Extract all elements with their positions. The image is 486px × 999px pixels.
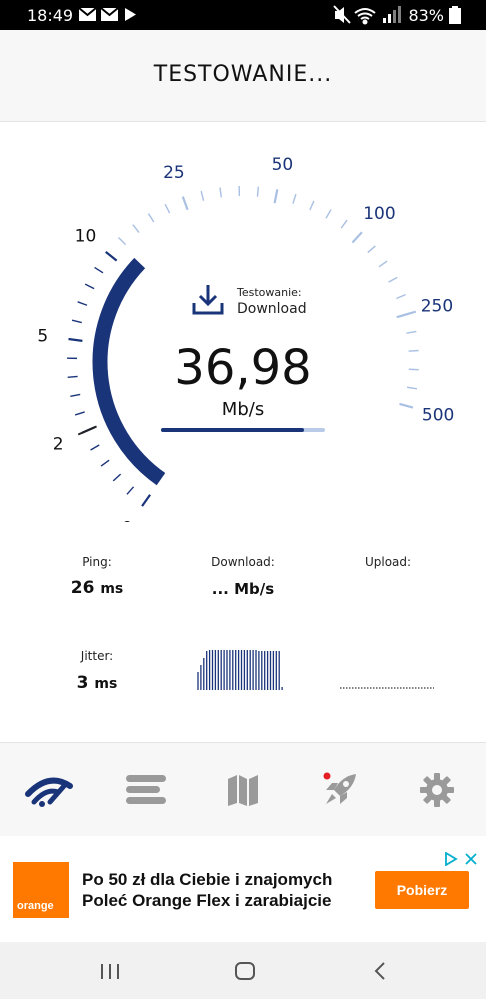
status-bar: 18:49 83% bbox=[0, 0, 486, 30]
ad-cta-button[interactable]: Pobierz bbox=[375, 871, 469, 909]
ping-value: 26 ms bbox=[47, 578, 147, 598]
gauge-major-tick bbox=[105, 250, 118, 262]
gauge-minor-tick bbox=[94, 266, 104, 274]
gauge-minor-tick bbox=[112, 473, 122, 482]
gauge-minor-tick bbox=[126, 486, 135, 495]
notification-icons bbox=[78, 7, 136, 21]
upload-graph bbox=[340, 687, 434, 689]
gauge-minor-tick bbox=[147, 213, 155, 223]
signal-icon bbox=[383, 6, 401, 23]
nav-map[interactable] bbox=[194, 743, 291, 837]
ping-unit: ms bbox=[100, 581, 124, 597]
download-number: ... bbox=[211, 580, 229, 598]
orange-logo-text: orange bbox=[17, 900, 54, 912]
gauge-major-tick bbox=[181, 196, 189, 211]
download-graph bbox=[197, 650, 283, 690]
gauge-minor-tick bbox=[77, 301, 88, 306]
download-unit: Mb/s bbox=[234, 580, 275, 598]
gauge-scale-label: 10 bbox=[75, 227, 97, 247]
gauge-minor-tick bbox=[164, 203, 171, 214]
ad-headline: Po 50 zł dla Ciebie i znajomych Poleć Or… bbox=[82, 869, 332, 911]
gmail-icon bbox=[100, 7, 119, 21]
gauge-scale-label: 50 bbox=[272, 155, 294, 175]
gauge-scale-label: 100 bbox=[363, 204, 395, 224]
gauge-minor-tick bbox=[388, 276, 398, 283]
speedtest-icon bbox=[24, 777, 73, 807]
gauge-minor-tick bbox=[219, 187, 223, 198]
battery-icon bbox=[449, 6, 461, 24]
play-icon bbox=[125, 8, 136, 21]
system-nav-bar bbox=[0, 942, 486, 999]
gauge-scale-label: 25 bbox=[163, 163, 185, 183]
gauge-minor-tick bbox=[340, 219, 348, 229]
gauge-major-tick bbox=[273, 189, 279, 204]
back-icon[interactable] bbox=[372, 961, 388, 981]
jitter-value: 3 ms bbox=[47, 673, 147, 693]
gauge-minor-tick bbox=[200, 190, 205, 201]
download-value: ... Mb/s bbox=[183, 580, 303, 598]
gauge-minor-tick bbox=[406, 330, 417, 334]
gauge-marker-line bbox=[396, 310, 417, 319]
gauge-minor-tick bbox=[132, 224, 140, 233]
gauge-scale-label: 2 bbox=[53, 434, 64, 454]
gauge-minor-tick bbox=[84, 283, 95, 290]
gauge-marker-line bbox=[77, 425, 97, 436]
gauge-major-tick bbox=[351, 231, 363, 244]
nav-speedtest[interactable] bbox=[0, 743, 97, 837]
nav-results[interactable] bbox=[97, 743, 194, 837]
jitter-number: 3 bbox=[76, 673, 89, 693]
notification-badge bbox=[323, 772, 330, 780]
ping-label: Ping: bbox=[82, 555, 112, 569]
speed-gauge: 025102550100250500 bbox=[37, 155, 454, 522]
gauge-minor-tick bbox=[256, 186, 260, 197]
mute-icon bbox=[333, 5, 351, 24]
nav-settings[interactable] bbox=[388, 743, 485, 837]
wifi-icon bbox=[354, 8, 376, 25]
download-icon bbox=[192, 285, 224, 315]
gauge-minor-tick bbox=[325, 209, 332, 219]
test-progress-fill bbox=[161, 428, 304, 432]
jitter-label: Jitter: bbox=[80, 649, 114, 663]
app-header: TESTOWANIE... bbox=[0, 30, 486, 122]
speed-value: 36,98 bbox=[174, 340, 312, 396]
gauge-minor-tick bbox=[71, 319, 82, 324]
speed-unit: Mb/s bbox=[221, 399, 265, 420]
gauge-minor-tick bbox=[292, 193, 297, 204]
orange-logo: orange bbox=[13, 862, 69, 918]
ad-banner[interactable]: orange Po 50 zł dla Ciebie i znajomych P… bbox=[0, 836, 486, 942]
adchoices-icon[interactable] bbox=[444, 852, 478, 866]
test-type: Download bbox=[237, 301, 307, 317]
map-icon bbox=[227, 775, 258, 806]
ad-line-1: Po 50 zł dla Ciebie i znajomych bbox=[82, 870, 333, 889]
upload-label: Upload: bbox=[364, 555, 412, 569]
gauge-minor-tick bbox=[309, 200, 315, 211]
gauge-minor-tick bbox=[100, 459, 110, 467]
gauge-major-tick bbox=[141, 494, 151, 507]
gauge-minor-tick bbox=[90, 444, 100, 451]
gear-icon bbox=[419, 773, 454, 807]
bottom-nav bbox=[0, 742, 486, 836]
ping-number: 26 bbox=[70, 578, 95, 598]
battery-level: 83% bbox=[408, 6, 444, 25]
gauge-minor-tick bbox=[367, 245, 376, 254]
nav-boost[interactable] bbox=[291, 743, 388, 837]
ad-line-2: Poleć Orange Flex i zarabiajcie bbox=[82, 891, 332, 910]
download-label: Download: bbox=[211, 555, 275, 569]
gauge-scale-label: 250 bbox=[421, 296, 453, 316]
gmail-icon bbox=[78, 7, 97, 21]
status-time: 18:49 bbox=[27, 6, 74, 25]
recent-apps-icon[interactable] bbox=[99, 962, 121, 980]
results-list-icon bbox=[125, 775, 166, 804]
gauge-minor-tick bbox=[396, 294, 406, 300]
jitter-unit: ms bbox=[94, 676, 118, 692]
gauge-minor-tick bbox=[378, 260, 388, 268]
gauge-scale-label: 0 bbox=[122, 518, 133, 522]
gauge-minor-tick bbox=[118, 237, 127, 246]
rocket-icon bbox=[323, 772, 356, 804]
test-caption: Testowanie: bbox=[237, 286, 302, 299]
page-title: TESTOWANIE... bbox=[153, 62, 333, 87]
home-icon[interactable] bbox=[233, 961, 257, 981]
test-progress-bar bbox=[161, 428, 325, 432]
